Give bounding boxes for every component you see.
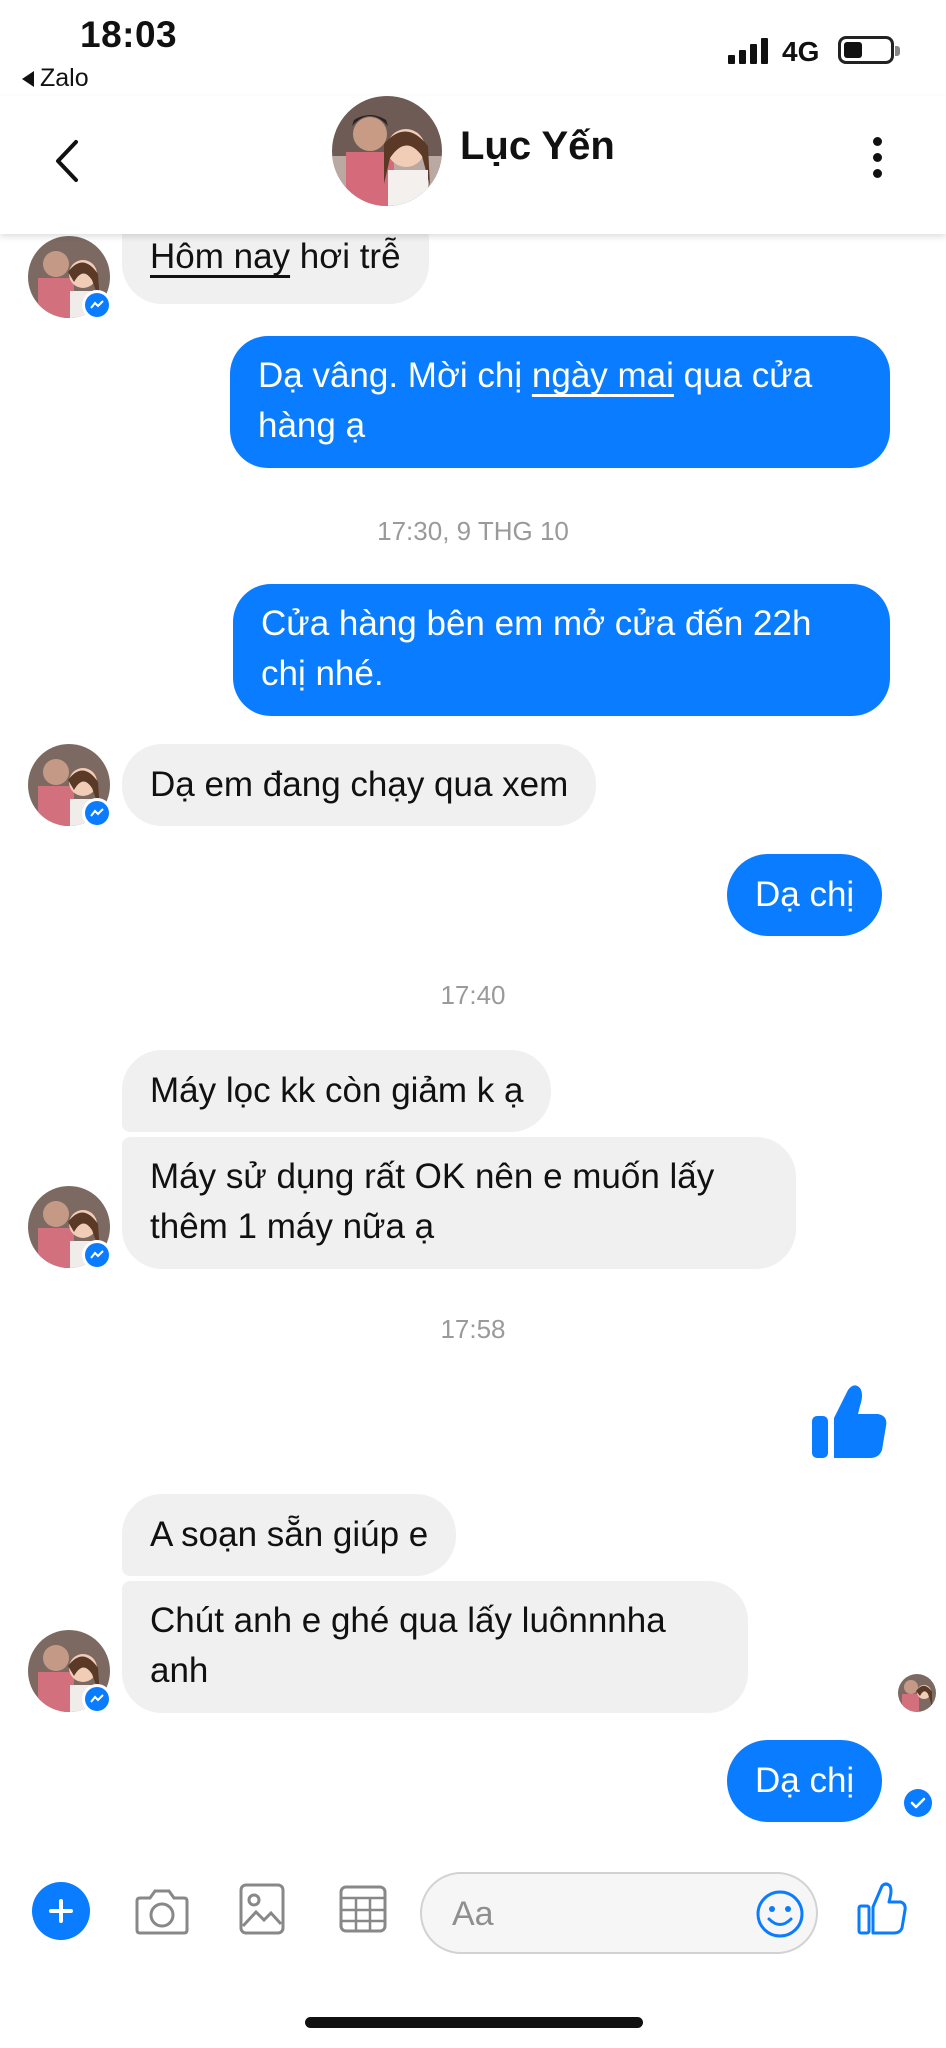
message-text: qua cửa (673, 356, 813, 395)
outgoing-message[interactable]: Dạ chị (727, 1740, 883, 1822)
seen-check-icon (904, 1789, 932, 1817)
plus-icon[interactable] (32, 1882, 90, 1940)
message-text: Dạ em đang chạy qua xem (150, 765, 569, 804)
message-text: Cửa hàng bên em mở cửa đến 22h (261, 604, 812, 643)
more-options-icon[interactable] (862, 132, 892, 184)
like-icon[interactable] (856, 1880, 908, 1936)
message-text: Dạ vâng. Mời chị (258, 356, 532, 395)
message-input[interactable] (452, 1890, 752, 1938)
zalo-back-triangle-icon (22, 70, 34, 87)
read-receipt-avatar (898, 1674, 936, 1712)
contact-avatar[interactable] (332, 96, 442, 206)
message-text: A soạn sẵn giúp e (150, 1515, 429, 1554)
sender-avatar[interactable] (28, 1630, 112, 1714)
incoming-message[interactable]: Hôm nay hơi trễ (122, 234, 429, 304)
outgoing-message[interactable]: Dạ chị (727, 854, 883, 936)
message-text: hàng ạ (258, 406, 366, 445)
message-list[interactable]: Hôm nay hơi trễ Dạ vâng. Mời chị ngày ma… (0, 234, 946, 1834)
timestamp: 17:58 (440, 1314, 506, 1344)
battery-icon (838, 36, 900, 64)
message-text: chị nhé. (261, 654, 384, 693)
message-text: anh (150, 1651, 209, 1690)
incoming-message[interactable]: A soạn sẵn giúp e (122, 1494, 457, 1576)
gallery-icon[interactable] (238, 1882, 286, 1936)
messenger-badge-icon (82, 1240, 112, 1270)
message-text: Chút anh e ghé qua lấy luônnnha (150, 1601, 666, 1640)
status-bar: 18:03 Zalo 4G (0, 0, 946, 100)
timestamp: 17:30, 9 THG 10 (377, 516, 569, 546)
home-indicator (305, 2017, 643, 2028)
incoming-message[interactable]: Chút anh e ghé qua lấy luônnnha anh (122, 1581, 748, 1713)
sender-avatar[interactable] (28, 1186, 112, 1270)
contact-name[interactable]: Lục Yến (460, 124, 615, 169)
emoji-icon[interactable] (754, 1888, 806, 1940)
message-date-link[interactable]: ngày mai (532, 356, 674, 395)
messenger-badge-icon (82, 1684, 112, 1714)
message-text: Dạ chị (755, 1761, 855, 1800)
timestamp: 17:40 (440, 980, 506, 1010)
signal-icon (728, 38, 770, 64)
messenger-badge-icon (82, 798, 112, 828)
incoming-message[interactable]: Máy lọc kk còn giảm k ạ (122, 1050, 552, 1132)
camera-icon[interactable] (134, 1886, 190, 1936)
message-text: Dạ chị (755, 875, 855, 914)
back-app-label: Zalo (40, 64, 89, 92)
message-input-box[interactable] (420, 1872, 818, 1954)
conversation-header: Lục Yến (0, 96, 946, 234)
back-to-app-link[interactable]: Zalo (22, 64, 89, 93)
sender-avatar[interactable] (28, 744, 112, 828)
messenger-badge-icon (82, 290, 112, 320)
status-time: 18:03 (80, 14, 178, 55)
message-date-link[interactable]: Hôm nay (150, 237, 290, 276)
back-chevron-icon[interactable] (52, 136, 82, 186)
network-type: 4G (782, 36, 820, 67)
message-text: thêm 1 máy nữa ạ (150, 1207, 435, 1246)
message-text: Máy sử dụng rất OK nên e muốn lấy (150, 1157, 715, 1196)
outgoing-message[interactable]: Cửa hàng bên em mở cửa đến 22h chị nhé. (233, 584, 890, 716)
incoming-message[interactable]: Máy sử dụng rất OK nên e muốn lấy thêm 1… (122, 1137, 796, 1269)
sticker-grid-icon[interactable] (338, 1884, 388, 1934)
outgoing-message[interactable]: Dạ vâng. Mời chị ngày mai qua cửa hàng ạ (230, 336, 890, 468)
thumbs-up-sticker-icon[interactable] (808, 1380, 890, 1462)
incoming-message[interactable]: Dạ em đang chạy qua xem (122, 744, 597, 826)
sender-avatar[interactable] (28, 236, 112, 320)
message-composer (0, 1860, 946, 1970)
message-text: hơi trễ (290, 237, 401, 276)
message-text: Máy lọc kk còn giảm k ạ (150, 1071, 524, 1110)
